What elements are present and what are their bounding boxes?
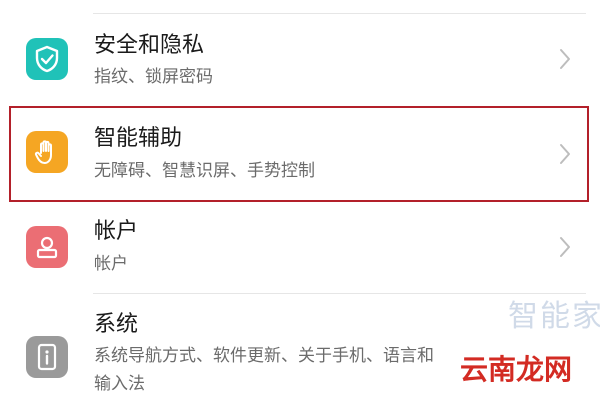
settings-item-title: 安全和隐私 xyxy=(94,33,205,58)
settings-item-security-privacy[interactable]: 安全和隐私 指纹、锁屏密码 xyxy=(0,14,600,106)
phone-info-icon xyxy=(26,336,68,378)
watermark-site: 云南龙网 xyxy=(460,353,573,386)
settings-item-subtitle: 指纹、锁屏密码 xyxy=(94,67,213,87)
chevron-right-icon xyxy=(560,49,570,69)
watermark: 智能家 xyxy=(508,299,600,334)
settings-item-title: 帐户 xyxy=(94,219,139,244)
highlight-frame xyxy=(9,106,589,202)
settings-item-subtitle: 帐户 xyxy=(94,254,128,274)
settings-item-subtitle: 系统导航方式、软件更新、关于手机、语言和 xyxy=(94,346,434,366)
settings-item-title: 系统 xyxy=(94,312,139,337)
shield-check-icon xyxy=(26,38,68,80)
account-icon xyxy=(26,226,68,268)
settings-item-subtitle-line2: 输入法 xyxy=(94,374,145,394)
settings-item-account[interactable]: 帐户 帐户 xyxy=(0,202,600,294)
chevron-right-icon xyxy=(560,237,570,257)
